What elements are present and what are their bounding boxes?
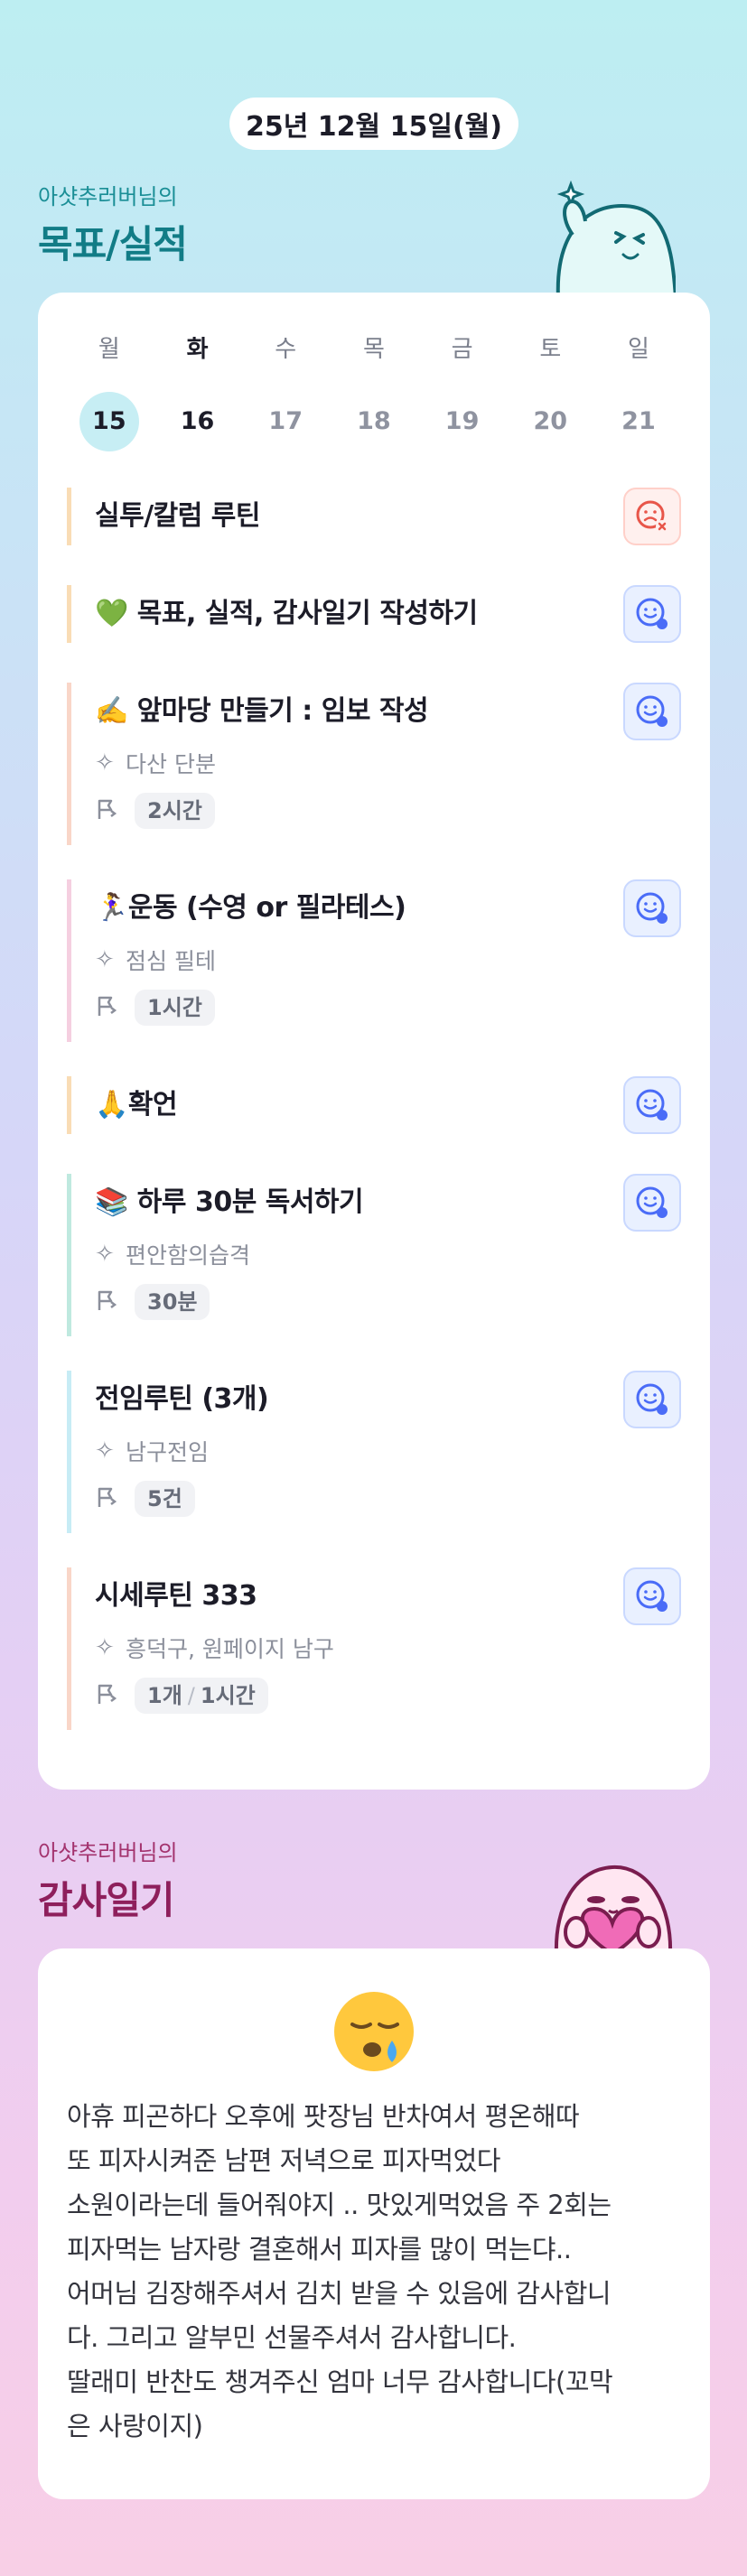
goal-memo: ✧ 흥덕구, 원페이지 남구 [95, 1634, 334, 1662]
duration-chip: 30분 [135, 1284, 210, 1320]
sparkle-icon: ✧ [95, 749, 115, 777]
flag-icon [95, 1681, 135, 1710]
goal-item[interactable]: 전임루틴 (3개) ✧ 남구전임 5건 [67, 1371, 681, 1533]
goal-duration: 30분 [95, 1284, 681, 1320]
goals-card: 월 화 수 목 금 토 일 15 16 17 18 19 20 21 실투/칼럼… [38, 293, 710, 1790]
done-status-button[interactable] [623, 1567, 681, 1625]
sparkle-icon: ✧ [95, 1241, 115, 1268]
done-status-button[interactable] [623, 879, 681, 937]
goal-memo: ✧ 다산 단분 [95, 749, 216, 777]
weekday-label: 목 [362, 336, 385, 363]
goal-title: 🏃‍♀️운동 (수영 or 필라테스) [95, 892, 406, 924]
smile-check-icon [636, 1186, 668, 1218]
diary-line: 또 피자시켜준 남편 저녁으로 피자먹었다 [67, 2145, 500, 2176]
diary-line: 아휴 피곤하다 오후에 팟장님 반차여서 평온해따 [67, 2101, 580, 2132]
goal-memo: ✧ 남구전임 [95, 1437, 210, 1465]
thanks-section-subtitle: 아샷추러버님의 [38, 1840, 178, 1865]
sleepy-face-icon [334, 1992, 414, 2071]
mascot-ghost-icon [556, 180, 676, 298]
goal-title: 🙏확언 [95, 1089, 178, 1121]
flag-icon [95, 1288, 135, 1316]
goal-item[interactable]: 💚 목표, 실적, 감사일기 작성하기 [67, 585, 681, 643]
goal-title: 전임루틴 (3개) [95, 1383, 269, 1415]
weekday-label: 월 [98, 336, 120, 363]
thanks-section-header: 아샷추러버님의 감사일기 [38, 1835, 178, 1925]
diary-line: 다. 그리고 알부민 선물주셔서 감사합니다. [67, 2322, 517, 2353]
diary-line: 피자먹는 남자랑 결혼해서 피자를 많이 먹는댜.. [67, 2234, 572, 2264]
goal-title: 💚 목표, 실적, 감사일기 작성하기 [95, 598, 478, 629]
sparkle-icon: ✧ [95, 946, 115, 973]
weekday-label: 금 [451, 336, 473, 363]
diary-text: 아휴 피곤하다 오후에 팟장님 반차여서 평온해따 또 피자시켜준 남편 저녁으… [67, 2095, 690, 2449]
diary-line: 은 사랑이지) [67, 2411, 203, 2441]
count-chip: 5건 [135, 1481, 195, 1517]
smile-check-icon [636, 1580, 668, 1612]
smile-check-icon [636, 598, 668, 629]
sparkle-icon: ✧ [95, 1634, 115, 1661]
flag-icon [95, 993, 135, 1022]
week-calendar: 월 화 수 목 금 토 일 15 16 17 18 19 20 21 [65, 334, 683, 451]
goal-title: ✍️ 앞마당 만들기 : 임보 작성 [95, 695, 429, 727]
duration-chip: 1시간 [135, 990, 215, 1026]
date-label: 25년 12월 15일(월) [246, 111, 502, 143]
goal-duration: 1개/1시간 [95, 1678, 681, 1714]
goal-memo: ✧ 점심 필테 [95, 946, 216, 974]
goal-item[interactable]: 🙏확언 [67, 1076, 681, 1134]
goal-title: 실투/칼럼 루틴 [95, 500, 261, 532]
smile-check-icon [636, 1383, 668, 1415]
done-status-button[interactable] [623, 1371, 681, 1428]
sparkle-icon: ✧ [95, 1437, 115, 1465]
weekday-label: 일 [628, 336, 649, 363]
count-duration-chip: 1개/1시간 [135, 1678, 268, 1714]
thanks-section-title: 감사일기 [38, 1878, 175, 1922]
done-status-button[interactable] [623, 1076, 681, 1134]
date-cell[interactable]: 19 [418, 392, 507, 451]
diary-line: 소원이라는데 들어줘야지 .. 맛있게먹었음 주 2회는 [67, 2190, 612, 2220]
diary-line: 어머님 김장해주셔서 김치 받을 수 있음에 감사합니 [67, 2278, 612, 2309]
date-cell[interactable]: 20 [506, 392, 594, 451]
goal-item[interactable]: 실투/칼럼 루틴 [67, 488, 681, 545]
goal-item[interactable]: 🏃‍♀️운동 (수영 or 필라테스) ✧ 점심 필테 1시간 [67, 879, 681, 1042]
mascot-heart-icon [554, 1865, 673, 1955]
duration-chip: 2시간 [135, 793, 215, 829]
diary-line: 딸래미 반찬도 챙겨주신 엄마 너무 감사합니다(꼬막 [67, 2367, 613, 2397]
smile-check-icon [636, 892, 668, 924]
goal-duration: 5건 [95, 1481, 681, 1517]
goals-section-title: 목표/실적 [38, 222, 188, 266]
date-cell-today[interactable]: 15 [65, 392, 154, 451]
date-cell[interactable]: 16 [154, 392, 242, 451]
goal-memo: ✧ 편안함의습격 [95, 1241, 251, 1269]
flag-icon [95, 796, 135, 825]
weekday-label: 수 [275, 336, 297, 363]
smile-check-icon [636, 1089, 668, 1121]
date-cell[interactable]: 17 [241, 392, 330, 451]
goal-title: 시세루틴 333 [95, 1580, 257, 1612]
flag-icon [95, 1484, 135, 1513]
weekday-label: 토 [539, 336, 562, 363]
date-cell[interactable]: 18 [330, 392, 418, 451]
goal-duration: 2시간 [95, 793, 681, 829]
diary-card: 아휴 피곤하다 오후에 팟장님 반차여서 평온해따 또 피자시켜준 남편 저녁으… [38, 1948, 710, 2499]
done-status-button[interactable] [623, 1174, 681, 1232]
goal-item[interactable]: 시세루틴 333 ✧ 흥덕구, 원페이지 남구 1개/1시간 [67, 1567, 681, 1730]
goals-section-header: 아샷추러버님의 목표/실적 [38, 179, 188, 269]
date-selector[interactable]: 25년 12월 15일(월) [229, 98, 518, 150]
weekday-label: 화 [186, 336, 209, 363]
goal-duration: 1시간 [95, 990, 681, 1026]
smile-check-icon [636, 695, 668, 727]
goals-section-subtitle: 아샷추러버님의 [38, 184, 178, 209]
sad-face-icon [636, 500, 668, 533]
goal-item[interactable]: ✍️ 앞마당 만들기 : 임보 작성 ✧ 다산 단분 2시간 [67, 683, 681, 845]
done-status-button[interactable] [623, 683, 681, 740]
fail-status-button[interactable] [623, 488, 681, 545]
goal-item[interactable]: 📚 하루 30분 독서하기 ✧ 편안함의습격 30분 [67, 1174, 681, 1336]
done-status-button[interactable] [623, 585, 681, 643]
goal-title: 📚 하루 30분 독서하기 [95, 1186, 364, 1218]
date-cell[interactable]: 21 [594, 392, 683, 451]
